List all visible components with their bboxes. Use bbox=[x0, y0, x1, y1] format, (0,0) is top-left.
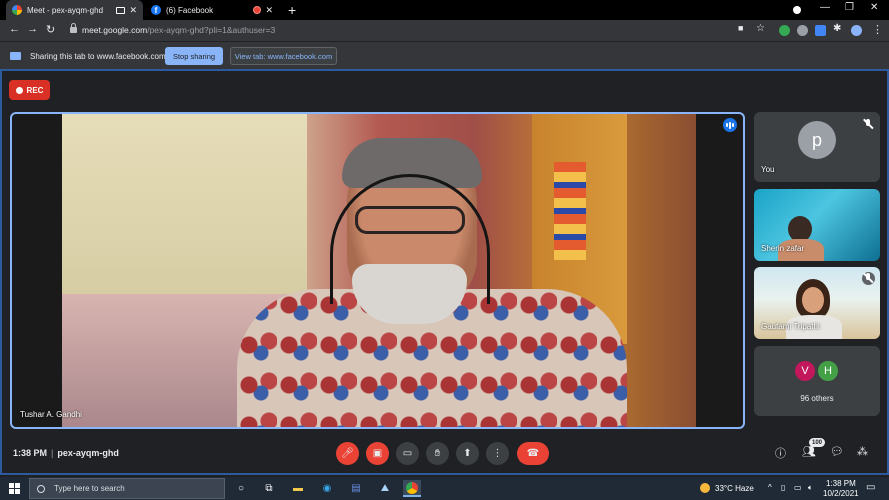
search-icon bbox=[37, 484, 45, 493]
close-tab-icon[interactable]: ✕ bbox=[265, 5, 273, 16]
chat-button[interactable]: 💬︎ bbox=[830, 445, 844, 458]
lock-icon bbox=[70, 23, 77, 33]
meeting-time: 1:38 PM bbox=[13, 448, 48, 458]
camera-off-icon: ▣ bbox=[372, 448, 383, 459]
present-button[interactable]: ⬆ bbox=[456, 442, 479, 465]
chrome-icon[interactable] bbox=[403, 480, 421, 497]
participant-tile-you[interactable]: p You bbox=[754, 112, 880, 182]
volume-icon[interactable]: 🔈︎ bbox=[808, 483, 813, 493]
participant-name: Sherin zafar bbox=[761, 244, 805, 253]
cast-icon bbox=[116, 6, 126, 14]
meeting-code: pex-ayqm-ghd bbox=[57, 448, 119, 458]
windows-start-icon[interactable] bbox=[9, 483, 20, 494]
stop-sharing-button[interactable]: Stop sharing bbox=[165, 47, 223, 65]
new-tab-button[interactable]: + bbox=[288, 2, 296, 18]
present-icon: ⬆ bbox=[463, 448, 472, 459]
others-count-label: 96 others bbox=[800, 394, 834, 403]
mic-off-icon bbox=[862, 272, 875, 285]
participant-name: Gautami Tripathi bbox=[761, 322, 820, 331]
taskbar-date[interactable]: 10/2/2021 bbox=[823, 489, 859, 498]
camera-toggle-button[interactable]: ▣ bbox=[366, 442, 389, 465]
leave-call-button[interactable]: ☎︎ bbox=[517, 442, 549, 465]
address-bar[interactable]: meet.google.com/pex-ayqm-ghd?pli=1&authu… bbox=[82, 25, 275, 35]
avatar: H bbox=[817, 360, 839, 382]
translate-extension-icon[interactable] bbox=[815, 25, 826, 36]
tab-sharing-bar: Sharing this tab to www.facebook.com Sto… bbox=[0, 41, 889, 69]
teams-icon[interactable]: ▤ bbox=[347, 480, 365, 497]
raise-hand-button[interactable]: ✋︎ bbox=[426, 442, 449, 465]
meeting-details-button[interactable]: ⓘ bbox=[775, 445, 786, 461]
bookmark-star-icon[interactable]: ☆ bbox=[756, 23, 765, 34]
maximize-button[interactable]: ❐ bbox=[845, 2, 854, 13]
tab-meet[interactable]: Meet - pex-ayqm-ghd ✕ bbox=[6, 0, 143, 20]
meet-favicon-icon bbox=[12, 5, 22, 15]
browser-tab-strip: Meet - pex-ayqm-ghd ✕ f (6) Facebook ✕ +… bbox=[0, 0, 889, 20]
file-explorer-icon[interactable]: ▬ bbox=[289, 480, 307, 497]
forward-button[interactable]: → bbox=[27, 23, 38, 35]
main-speaker-tile[interactable]: Tushar A. Gandhi bbox=[10, 112, 745, 429]
hangup-icon: ☎︎ bbox=[526, 448, 540, 459]
avatar: V bbox=[794, 360, 816, 382]
app-icon[interactable]: ⛰ bbox=[376, 480, 394, 497]
notification-icon[interactable]: ▭ bbox=[866, 482, 875, 493]
taskbar-search-box[interactable]: Type here to search bbox=[29, 478, 225, 499]
extension-icon[interactable] bbox=[797, 25, 808, 36]
more-options-button[interactable]: ⋮ bbox=[486, 442, 509, 465]
task-view-icon[interactable]: ⧉ bbox=[260, 480, 278, 497]
tab-title: (6) Facebook bbox=[166, 5, 214, 15]
battery-icon[interactable]: ▭ bbox=[794, 483, 802, 492]
menu-dots-icon[interactable]: ⋮ bbox=[872, 23, 883, 36]
meeting-info: 1:38 PM | pex-ayqm-ghd bbox=[13, 448, 119, 458]
profile-indicator-icon bbox=[793, 6, 801, 14]
people-count-badge: 100 bbox=[809, 438, 825, 447]
speaking-indicator-icon bbox=[723, 118, 737, 132]
puzzle-icon[interactable]: ✱ bbox=[833, 23, 841, 34]
more-vert-icon: ⋮ bbox=[492, 448, 503, 459]
captions-icon: ▭ bbox=[402, 448, 413, 459]
speaker-name: Tushar A. Gandhi bbox=[20, 410, 82, 419]
url-path: /pex-ayqm-ghd?pli=1&authuser=3 bbox=[147, 25, 276, 35]
close-tab-icon[interactable]: ✕ bbox=[129, 5, 137, 16]
speaker-video bbox=[62, 114, 696, 427]
participant-tile-gautami[interactable]: Gautami Tripathi bbox=[754, 267, 880, 339]
mic-toggle-button[interactable]: 🎤︎ bbox=[336, 442, 359, 465]
sharing-status-text: Sharing this tab to www.facebook.com bbox=[30, 52, 166, 61]
camera-indicator-icon[interactable]: ■ bbox=[738, 23, 743, 33]
participant-tile-others[interactable]: V H 96 others bbox=[754, 346, 880, 416]
tab-title: Meet - pex-ayqm-ghd bbox=[27, 5, 104, 15]
recording-badge: REC bbox=[9, 80, 50, 100]
recording-icon bbox=[253, 6, 262, 14]
avatar: p bbox=[798, 121, 836, 159]
network-icon[interactable]: ▯ bbox=[781, 483, 785, 492]
minimize-button[interactable]: — bbox=[820, 2, 830, 13]
participant-name: You bbox=[761, 165, 775, 174]
captions-button[interactable]: ▭ bbox=[396, 442, 419, 465]
activities-button[interactable]: ⁂ bbox=[857, 445, 868, 458]
cortana-icon[interactable]: ○ bbox=[232, 480, 250, 497]
participant-tile-sherin[interactable]: Sherin zafar bbox=[754, 189, 880, 261]
close-window-button[interactable]: ✕ bbox=[870, 2, 878, 13]
extension-icon[interactable] bbox=[779, 25, 790, 36]
profile-avatar[interactable] bbox=[851, 25, 862, 36]
tray-chevron-icon[interactable]: ^ bbox=[768, 483, 772, 492]
taskbar-time[interactable]: 1:38 PM bbox=[826, 479, 856, 488]
windows-taskbar: Type here to search ○ ⧉ ▬ ◉ ▤ ⛰ 33°C Haz… bbox=[0, 477, 889, 500]
search-placeholder: Type here to search bbox=[54, 484, 125, 493]
browser-toolbar: ← → ↻ meet.google.com/pex-ayqm-ghd?pli=1… bbox=[0, 20, 889, 41]
weather-text[interactable]: 33°C Haze bbox=[715, 484, 754, 493]
reload-button[interactable]: ↻ bbox=[46, 23, 55, 36]
tab-facebook[interactable]: f (6) Facebook ✕ bbox=[145, 0, 279, 20]
mic-off-icon: 🎤︎ bbox=[341, 448, 354, 459]
edge-icon[interactable]: ◉ bbox=[318, 480, 336, 497]
facebook-favicon-icon: f bbox=[151, 5, 161, 15]
screen-share-icon bbox=[10, 52, 21, 60]
hand-icon: ✋︎ bbox=[434, 448, 441, 459]
view-tab-button[interactable]: View tab: www.facebook.com bbox=[230, 47, 337, 65]
url-host: meet.google.com bbox=[82, 25, 148, 35]
weather-icon bbox=[700, 483, 710, 493]
mic-off-icon bbox=[862, 118, 874, 130]
back-button[interactable]: ← bbox=[9, 23, 20, 35]
